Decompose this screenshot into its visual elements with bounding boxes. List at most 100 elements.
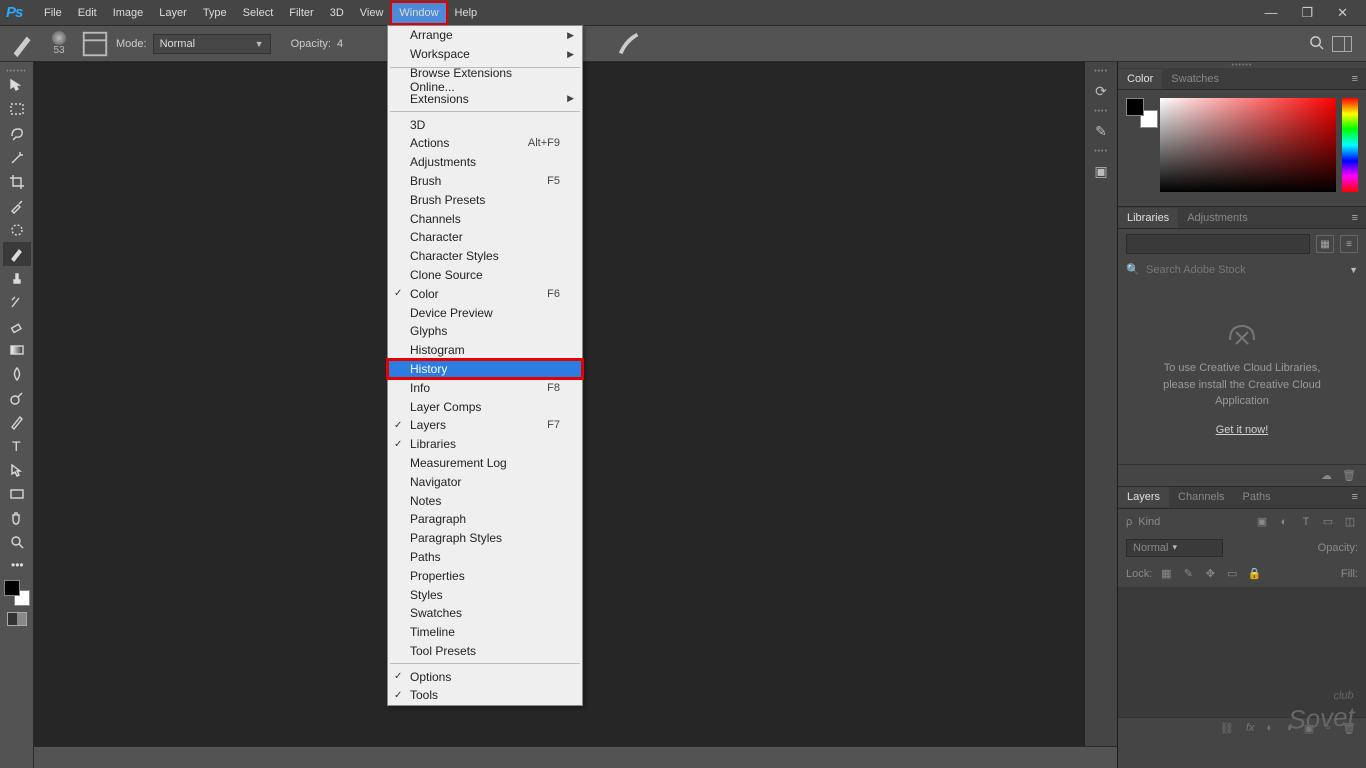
tool-patch[interactable] (3, 218, 31, 242)
menu-item-character-styles[interactable]: Character Styles (388, 247, 582, 266)
brush-size-picker[interactable]: 53 (44, 31, 74, 56)
lock-paint-icon[interactable]: ✎ (1180, 566, 1196, 582)
menu-item-brush[interactable]: BrushF5 (388, 172, 582, 191)
tool-zoom[interactable] (3, 530, 31, 554)
mask-icon[interactable]: ◐ (1266, 722, 1273, 735)
menu-item-arrange[interactable]: Arrange▶ (388, 26, 582, 45)
tab-channels[interactable]: Channels (1169, 487, 1233, 507)
chevron-down-icon[interactable]: ▼ (1349, 265, 1358, 275)
menu-filter[interactable]: Filter (281, 2, 321, 24)
tab-paths[interactable]: Paths (1234, 487, 1280, 507)
menu-item-browse-extensions-online-[interactable]: Browse Extensions Online... (388, 71, 582, 90)
fx-icon[interactable]: fx (1246, 722, 1255, 735)
filter-image-icon[interactable]: ▣ (1254, 514, 1270, 530)
adjustment-icon[interactable]: ◑ (1285, 722, 1292, 735)
tool-lasso[interactable] (3, 122, 31, 146)
filter-shape-icon[interactable]: ▭ (1320, 514, 1336, 530)
menu-item-3d[interactable]: 3D (388, 115, 582, 134)
tool-eyedropper[interactable] (3, 194, 31, 218)
tool-crop[interactable] (3, 170, 31, 194)
menu-item-options[interactable]: ✓Options (388, 667, 582, 686)
menu-item-libraries[interactable]: ✓Libraries (388, 435, 582, 454)
quick-brush-icon[interactable] (615, 29, 645, 59)
menu-image[interactable]: Image (105, 2, 152, 24)
menu-item-device-preview[interactable]: Device Preview (388, 303, 582, 322)
tab-libraries[interactable]: Libraries (1118, 208, 1178, 228)
menu-item-info[interactable]: InfoF8 (388, 378, 582, 397)
opacity-value[interactable]: 4 (337, 38, 343, 50)
cloud-icon[interactable]: ☁ (1321, 469, 1332, 482)
tool-pen[interactable] (3, 410, 31, 434)
lock-trans-icon[interactable]: ▦ (1158, 566, 1174, 582)
menu-item-tool-presets[interactable]: Tool Presets (388, 642, 582, 661)
search-icon[interactable] (1309, 35, 1324, 53)
menu-item-history[interactable]: History (388, 360, 582, 379)
brush-presets-icon[interactable]: ✎ (1095, 114, 1107, 148)
menu-item-layers[interactable]: ✓LayersF7 (388, 416, 582, 435)
panel-menu-icon[interactable]: ≡ (1344, 491, 1366, 503)
tool-marquee[interactable] (3, 98, 31, 122)
menu-item-glyphs[interactable]: Glyphs (388, 322, 582, 341)
menu-select[interactable]: Select (235, 2, 282, 24)
panel-menu-icon[interactable]: ≡ (1344, 73, 1366, 85)
tool-path-sel[interactable] (3, 458, 31, 482)
menu-item-properties[interactable]: Properties (388, 566, 582, 585)
menu-edit[interactable]: Edit (70, 2, 105, 24)
menu-type[interactable]: Type (195, 2, 235, 24)
3d-icon[interactable]: ▣ (1094, 154, 1107, 188)
filter-type-icon[interactable]: T (1298, 514, 1314, 530)
lock-artboard-icon[interactable]: ▭ (1224, 566, 1240, 582)
tool-brush[interactable] (3, 242, 31, 266)
menu-item-layer-comps[interactable]: Layer Comps (388, 397, 582, 416)
menu-item-notes[interactable]: Notes (388, 491, 582, 510)
menu-item-measurement-log[interactable]: Measurement Log (388, 454, 582, 473)
quick-mask-toggle[interactable] (7, 612, 27, 626)
new-layer-icon[interactable]: ▫ (1326, 722, 1330, 735)
menu-item-clone-source[interactable]: Clone Source (388, 266, 582, 285)
tool-preset-icon[interactable] (8, 29, 38, 59)
menu-item-swatches[interactable]: Swatches (388, 604, 582, 623)
layers-list[interactable] (1118, 587, 1366, 717)
menu-window[interactable]: Window (391, 2, 446, 24)
menu-view[interactable]: View (352, 2, 392, 24)
color-field[interactable] (1160, 98, 1336, 192)
color-swatch[interactable] (1126, 98, 1154, 198)
menu-layer[interactable]: Layer (151, 2, 195, 24)
menu-3d[interactable]: 3D (322, 2, 352, 24)
tool-history-brush[interactable] (3, 290, 31, 314)
menu-file[interactable]: File (36, 2, 70, 24)
maximize-button[interactable]: ❐ (1301, 5, 1313, 21)
grid-view-icon[interactable]: ▦ (1316, 235, 1334, 253)
menu-item-styles[interactable]: Styles (388, 585, 582, 604)
menu-item-character[interactable]: Character (388, 228, 582, 247)
menu-item-channels[interactable]: Channels (388, 209, 582, 228)
tool-stamp[interactable] (3, 266, 31, 290)
tab-layers[interactable]: Layers (1118, 487, 1169, 507)
tab-swatches[interactable]: Swatches (1162, 69, 1228, 89)
menu-item-paragraph-styles[interactable]: Paragraph Styles (388, 529, 582, 548)
brush-panel-toggle-icon[interactable] (80, 29, 110, 59)
menu-item-paragraph[interactable]: Paragraph (388, 510, 582, 529)
link-layers-icon[interactable]: ⛓ (1220, 722, 1234, 735)
tab-adjustments[interactable]: Adjustments (1178, 208, 1257, 228)
menu-item-histogram[interactable]: Histogram (388, 341, 582, 360)
lock-pos-icon[interactable]: ✥ (1202, 566, 1218, 582)
tool-blur[interactable] (3, 362, 31, 386)
layer-filter-select[interactable]: Kind (1138, 516, 1160, 528)
library-select[interactable] (1126, 234, 1310, 254)
menu-item-timeline[interactable]: Timeline (388, 623, 582, 642)
menu-item-navigator[interactable]: Navigator (388, 472, 582, 491)
menu-item-adjustments[interactable]: Adjustments (388, 153, 582, 172)
tool-type[interactable]: T (3, 434, 31, 458)
menu-help[interactable]: Help (447, 2, 486, 24)
list-view-icon[interactable]: ≡ (1340, 235, 1358, 253)
trash-icon[interactable]: 🗑 (1342, 469, 1356, 482)
tool-move[interactable] (3, 74, 31, 98)
lock-all-icon[interactable]: 🔒 (1246, 566, 1262, 582)
filter-smart-icon[interactable]: ◫ (1342, 514, 1358, 530)
tool-eraser[interactable] (3, 314, 31, 338)
tab-color[interactable]: Color (1118, 69, 1162, 89)
filter-adjust-icon[interactable]: ◐ (1276, 514, 1292, 530)
blend-mode-select[interactable]: Normal▼ (153, 34, 271, 54)
menu-item-workspace[interactable]: Workspace▶ (388, 45, 582, 64)
